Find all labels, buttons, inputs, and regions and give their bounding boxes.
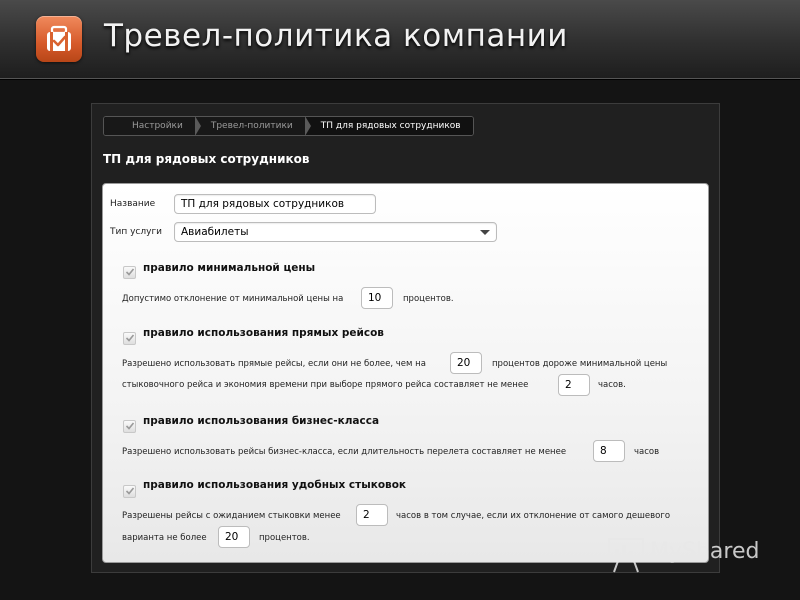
breadcrumb-item-travel-policies[interactable]: Тревел-политики	[194, 117, 311, 135]
section-title: ТП для рядовых сотрудников	[103, 152, 310, 166]
check-icon	[125, 487, 135, 495]
page-title: Тревел-политика компании	[104, 18, 568, 54]
rule-business-class-text: Разрешено использовать рейсы бизнес-клас…	[122, 447, 567, 457]
rule-direct-flights-text-2: процентов дороже минимальной цены	[492, 359, 668, 369]
chevron-down-icon[interactable]	[480, 230, 490, 235]
rule-direct-flights-hours-input[interactable]: 2	[558, 374, 590, 396]
rule-connections-hours-input[interactable]: 2	[356, 504, 388, 526]
breadcrumb-item-current: ТП для рядовых сотрудников	[304, 117, 473, 135]
rule-connections-text-1: Разрешены рейсы с ожиданием стыковки мен…	[122, 511, 341, 521]
rule-business-class-title: правило использования бизнес-класса	[143, 415, 380, 427]
header-bar: Тревел-политика компании	[0, 0, 800, 80]
rule-direct-flights-text-3: стыковочного рейса и экономия времени пр…	[122, 380, 529, 390]
presentation-board-icon	[608, 538, 644, 573]
service-type-value: Авиабилеты	[181, 226, 249, 238]
watermark: MyShared	[606, 535, 786, 575]
rule-connections-text-3: варианта не более	[122, 533, 207, 543]
check-icon	[125, 334, 135, 342]
rule-business-class-checkbox[interactable]	[123, 420, 136, 433]
rule-min-price-unit: процентов.	[403, 294, 454, 304]
content-frame: Настройки Тревел-политики ТП для рядовых…	[91, 103, 720, 573]
rule-connections-percent-input[interactable]: 20	[218, 526, 250, 548]
rule-direct-flights-text-1: Разрешено использовать прямые рейсы, есл…	[122, 359, 426, 369]
rule-connections-unit: процентов.	[259, 533, 310, 543]
breadcrumb-item-settings[interactable]: Настройки	[104, 117, 201, 135]
rule-business-class-hours-input[interactable]: 8	[593, 440, 625, 462]
check-icon	[125, 268, 135, 276]
rule-connections-checkbox[interactable]	[123, 485, 136, 498]
rule-min-price-text: Допустимо отклонение от минимальной цены…	[122, 294, 344, 304]
service-type-label: Тип услуги	[110, 227, 163, 237]
policy-form-panel: Название ТП для рядовых сотрудников Тип …	[102, 183, 709, 563]
service-type-select[interactable]: Авиабилеты	[174, 222, 497, 242]
rule-min-price-percent-input[interactable]: 10	[361, 287, 393, 309]
name-label: Название	[110, 199, 156, 209]
rule-direct-flights-title: правило использования прямых рейсов	[143, 327, 384, 339]
check-icon	[125, 422, 135, 430]
rule-min-price-checkbox[interactable]	[123, 266, 136, 279]
name-input[interactable]: ТП для рядовых сотрудников	[174, 194, 376, 214]
rule-connections-title: правило использования удобных стыковок	[143, 479, 407, 491]
rule-direct-flights-percent-input[interactable]: 20	[450, 352, 482, 374]
watermark-text: MyShared	[650, 539, 760, 564]
rule-min-price-title: правило минимальной цены	[143, 262, 316, 274]
rule-connections-text-2: часов в том случае, если их отклонение о…	[396, 511, 671, 521]
rule-direct-flights-checkbox[interactable]	[123, 332, 136, 345]
breadcrumb: Настройки Тревел-политики ТП для рядовых…	[103, 116, 474, 136]
briefcase-check-icon	[36, 16, 82, 62]
rule-business-class-unit: часов	[634, 447, 660, 457]
rule-direct-flights-unit: часов.	[598, 380, 626, 390]
